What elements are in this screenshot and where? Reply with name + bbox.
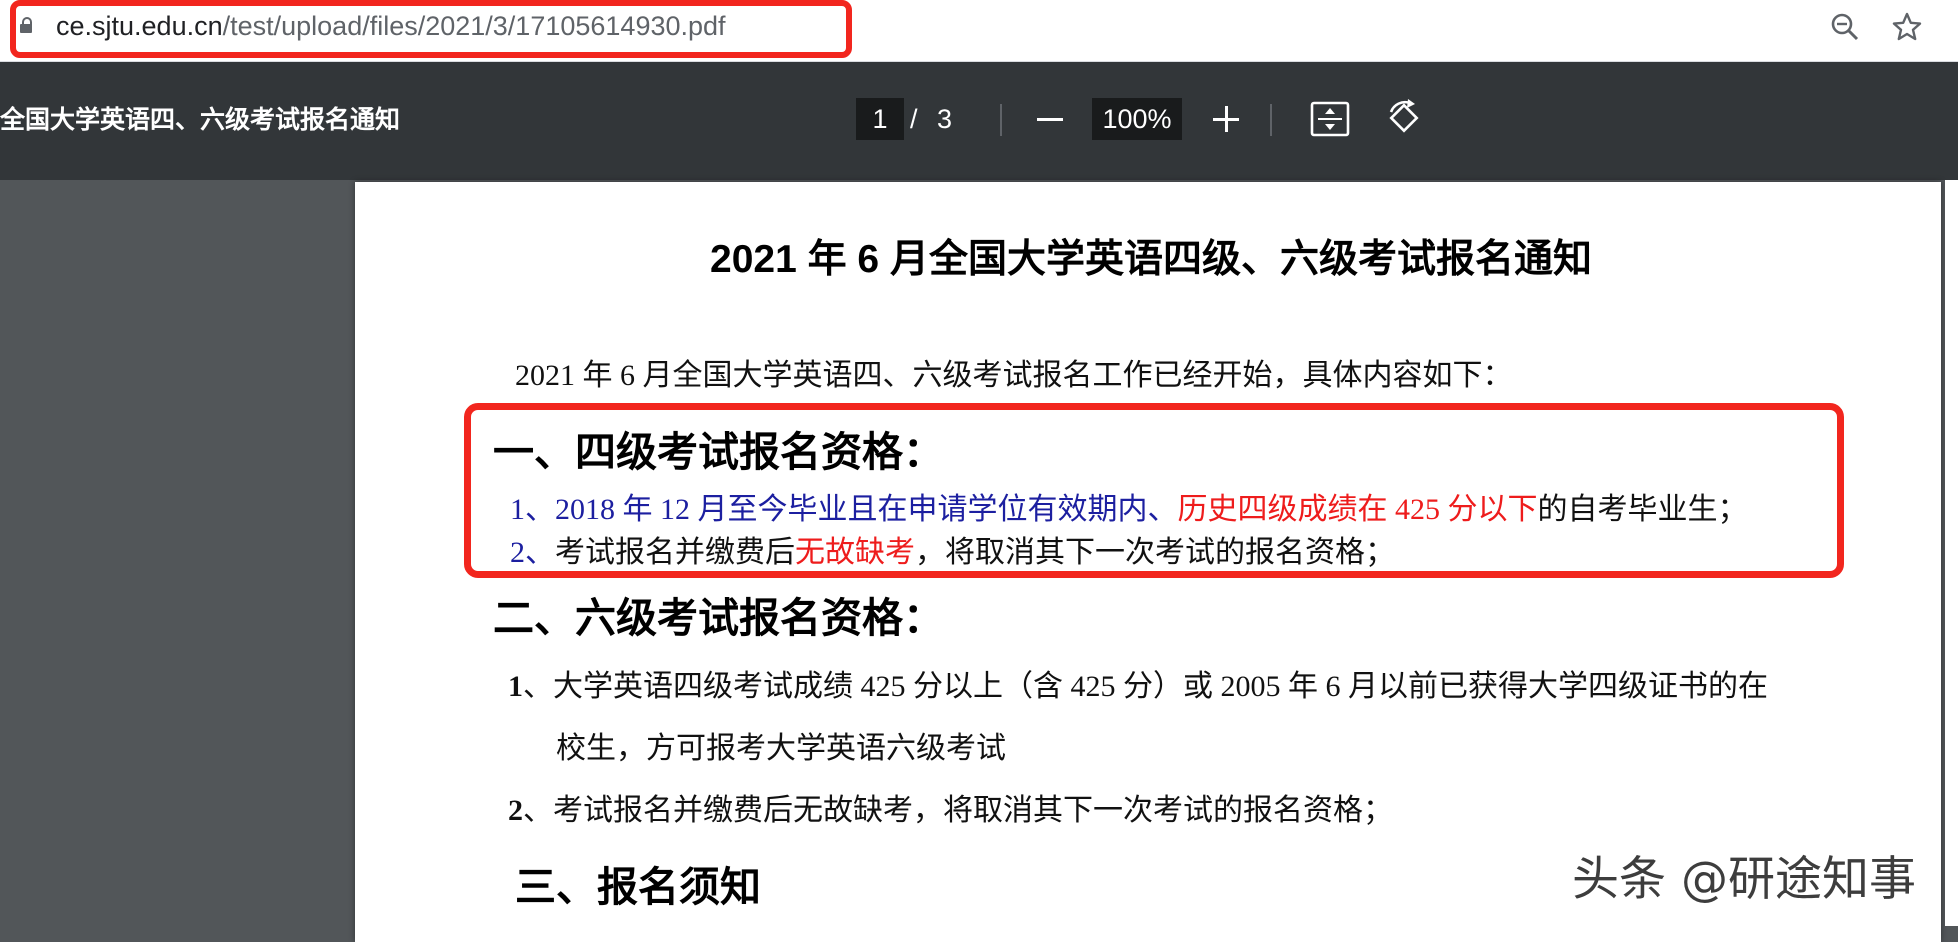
- zoom-level-input[interactable]: 100%: [1092, 98, 1182, 140]
- page-total: 3: [937, 104, 953, 134]
- section2-item1-line2: 校生，方可报考大学英语六级考试: [556, 732, 1006, 765]
- section2-item1-text: 、大学英语四级考试成绩 425 分以上（含 425 分）或 2005 年 6 月…: [523, 670, 1768, 703]
- url-highlight-box: [10, 0, 852, 58]
- zoom-icon[interactable]: [1830, 12, 1860, 42]
- document-title: 2021 年 6 月全国大学英语四级、六级考试报名通知: [710, 238, 1592, 281]
- section1-highlight-box: [464, 403, 1844, 578]
- page-separator: /: [910, 104, 918, 134]
- section2-item2-text: 、考试报名并缴费后无故缺考，将取消其下一次考试的报名资格；: [523, 794, 1393, 827]
- toolbar-divider: [1000, 104, 1002, 136]
- watermark: 头条 @研途知事: [1572, 852, 1916, 907]
- section2-item2-number: 2: [508, 794, 523, 827]
- section2-item2: 2、考试报名并缴费后无故缺考，将取消其下一次考试的报名资格；: [508, 785, 1393, 829]
- toolbar-document-title: 全国大学英语四、六级考试报名通知: [0, 106, 401, 134]
- intro-text: 2021 年 6 月全国大学英语四、六级考试报名工作已经开始，具体内容如下：: [515, 359, 1513, 392]
- scrollbar-track[interactable]: [1945, 180, 1958, 926]
- fit-page-icon[interactable]: [1310, 100, 1350, 138]
- toolbar-divider: [1270, 104, 1272, 136]
- section2-item1-number: 1: [508, 670, 523, 703]
- zoom-in-button[interactable]: [1210, 100, 1242, 138]
- rotate-icon[interactable]: [1384, 98, 1424, 138]
- section2-heading: 二、六级考试报名资格：: [493, 595, 944, 641]
- star-icon[interactable]: [1892, 12, 1922, 42]
- page-number-input[interactable]: 1: [856, 98, 904, 140]
- section2-item1-line1: 1、大学英语四级考试成绩 425 分以上（含 425 分）或 2005 年 6 …: [508, 661, 1768, 705]
- section3-heading: 三、报名须知: [515, 864, 761, 910]
- zoom-out-button[interactable]: [1034, 100, 1066, 138]
- address-bar[interactable]: ce.sjtu.edu.cn/test/upload/files/2021/3/…: [0, 0, 1958, 62]
